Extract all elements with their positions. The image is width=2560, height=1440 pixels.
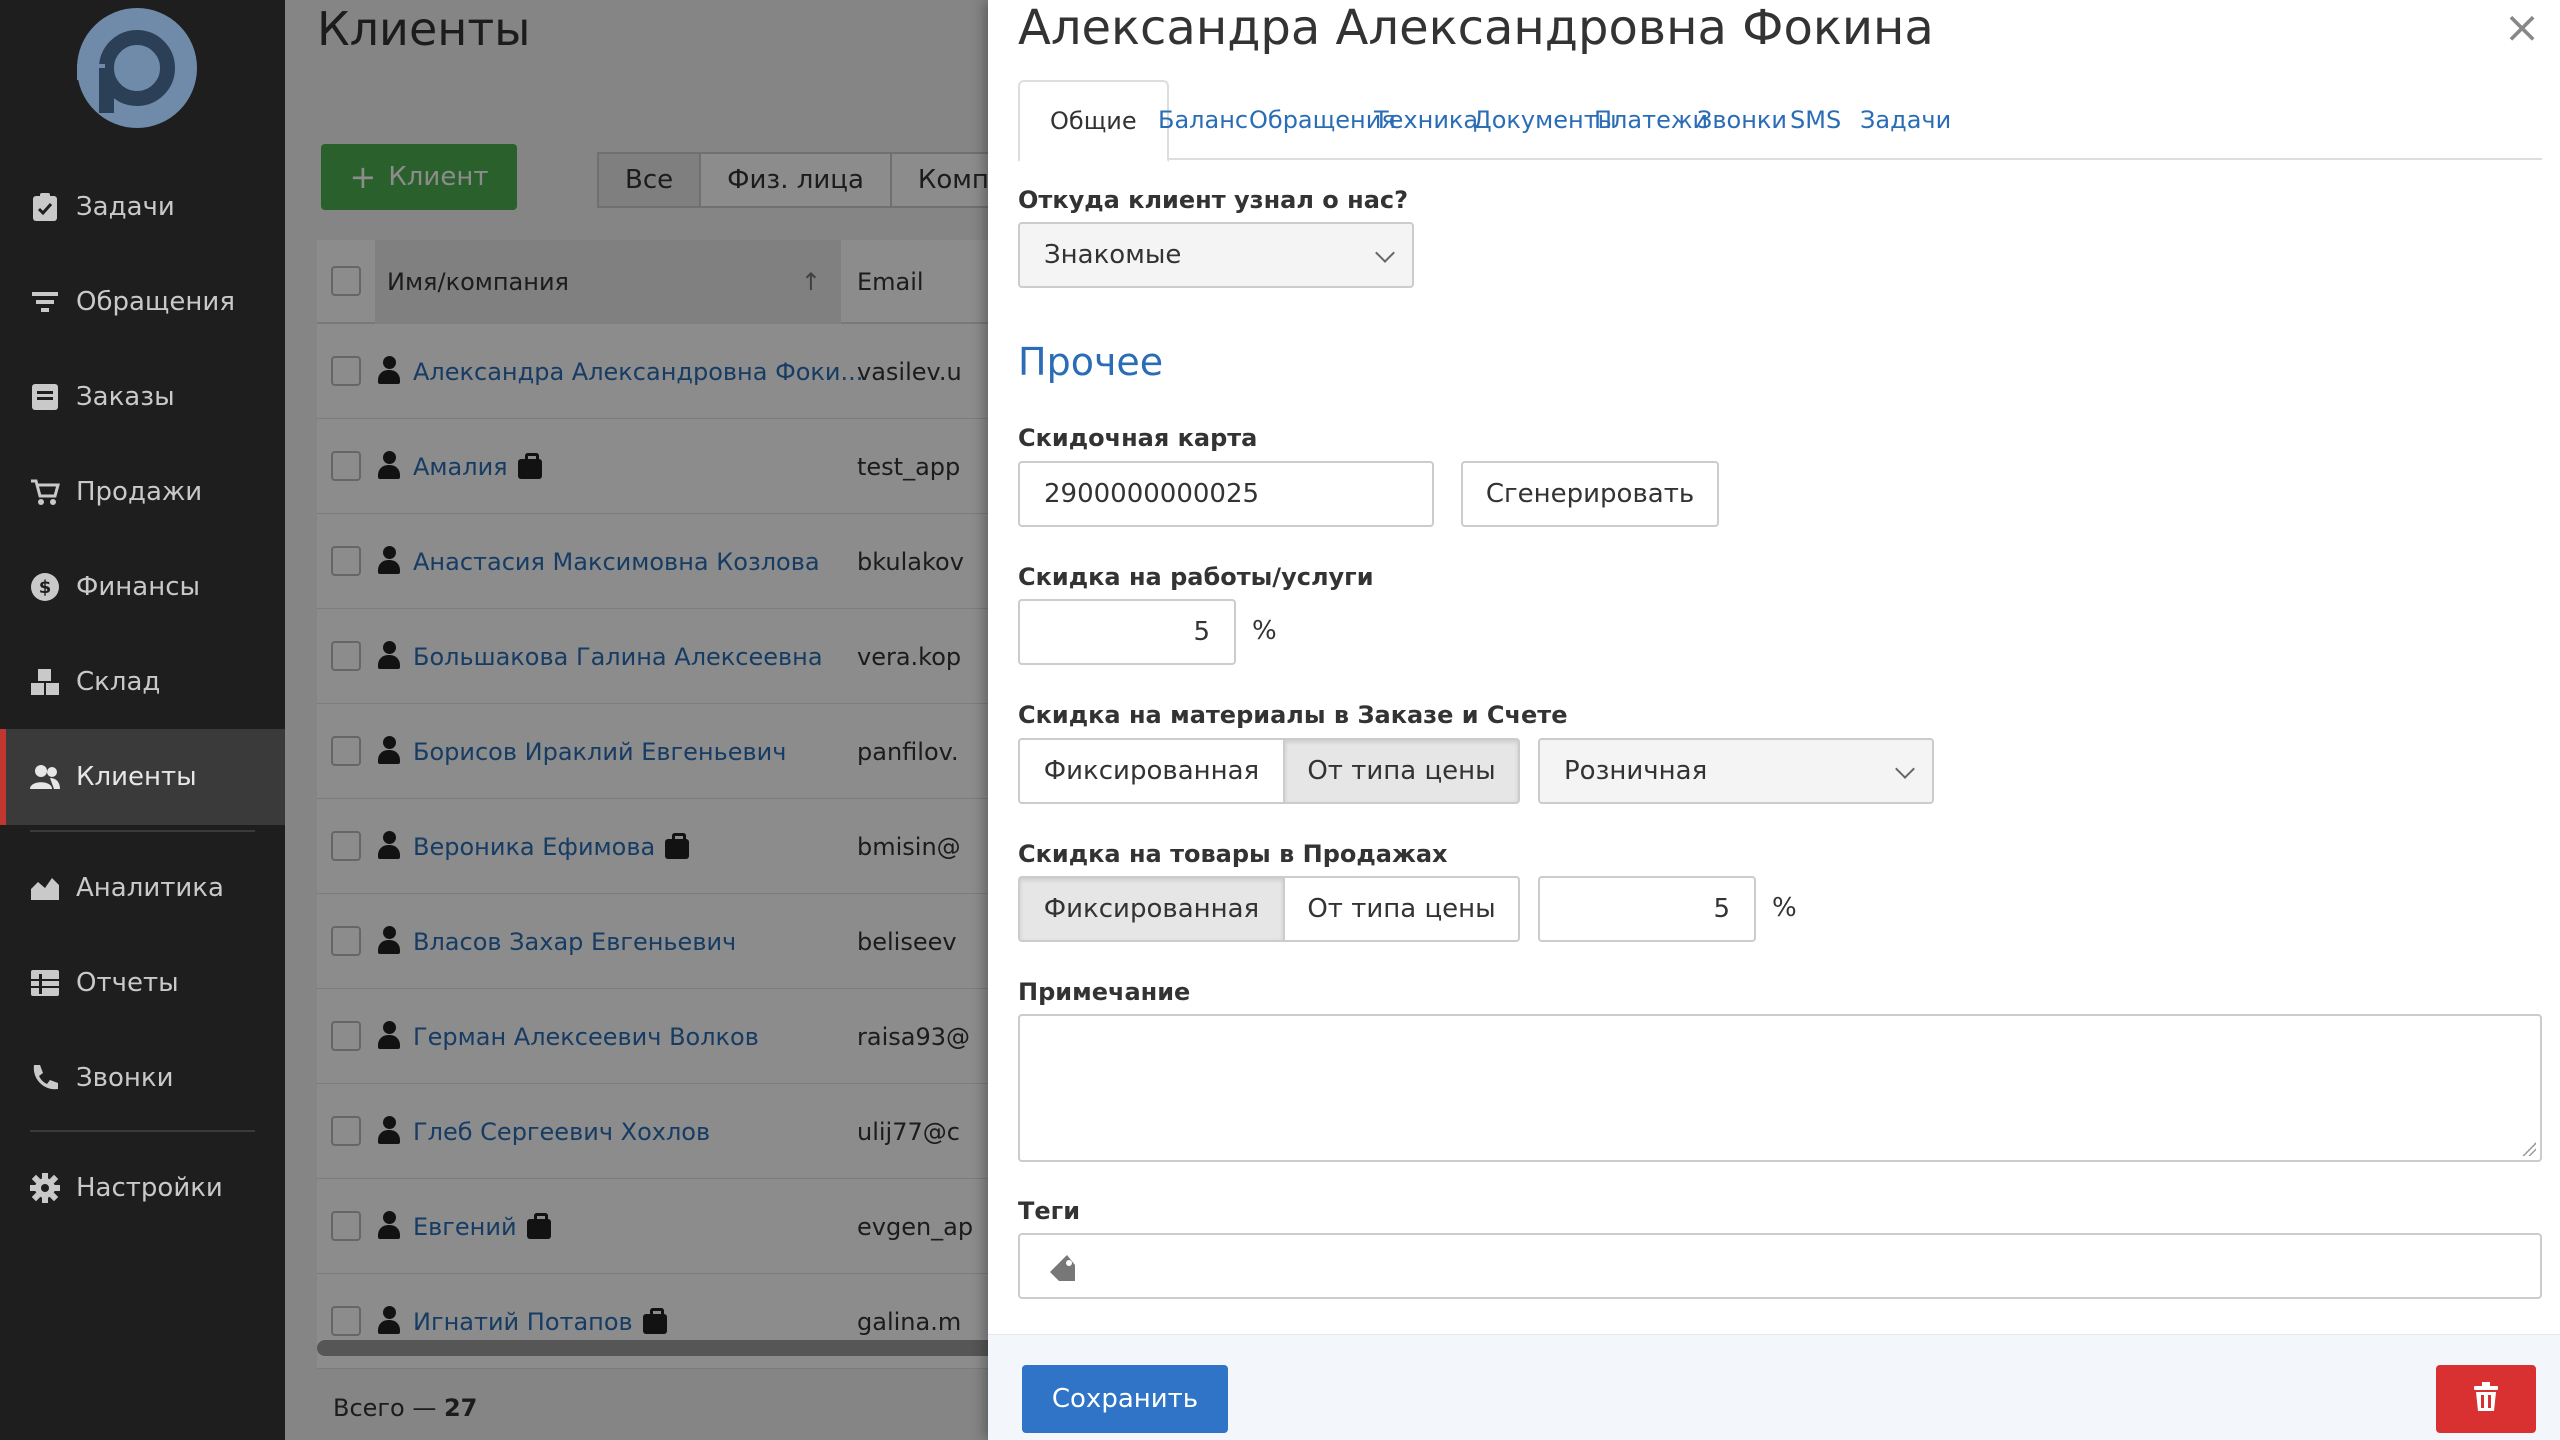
source-select-value: Знакомые xyxy=(1044,240,1182,270)
gear-icon xyxy=(30,1173,60,1203)
tags-input[interactable] xyxy=(1018,1233,2542,1299)
phone-icon xyxy=(30,1063,60,1093)
goods-discount-fixed[interactable]: Фиксированная xyxy=(1018,876,1285,942)
sidebar-item-label: Аналитика xyxy=(76,873,224,903)
area-chart-icon xyxy=(30,873,60,903)
users-icon xyxy=(30,762,60,792)
boxes-icon xyxy=(30,667,60,697)
goods-discount-label: Скидка на товары в Продажах xyxy=(1018,840,1448,868)
sidebar-item-label: Заказы xyxy=(76,382,175,412)
sidebar-item-tasks[interactable]: Задачи xyxy=(0,159,285,255)
tab-tasks[interactable]: Задачи xyxy=(1860,80,1951,160)
discount-card-label: Скидочная карта xyxy=(1018,424,1258,452)
sidebar-divider xyxy=(30,1130,255,1132)
generate-card-button[interactable]: Сгенерировать xyxy=(1461,461,1719,527)
chevron-down-icon xyxy=(1375,243,1395,263)
client-drawer: Александра Александровна Фокина × Общие … xyxy=(988,0,2560,1440)
sidebar-item-label: Финансы xyxy=(76,572,201,602)
sidebar-item-label: Обращения xyxy=(76,287,235,317)
price-type-select-value: Розничная xyxy=(1564,756,1708,786)
sidebar-item-settings[interactable]: Настройки xyxy=(0,1140,285,1236)
cart-icon xyxy=(30,477,60,507)
tab-equipment[interactable]: Техника xyxy=(1374,80,1478,160)
resize-handle-icon[interactable] xyxy=(2522,1142,2536,1156)
sidebar-item-orders[interactable]: Заказы xyxy=(0,349,285,445)
sidebar-item-label: Отчеты xyxy=(76,968,179,998)
discount-card-input[interactable]: 2900000000025 xyxy=(1018,461,1434,527)
list-box-icon xyxy=(30,382,60,412)
sidebar-item-label: Задачи xyxy=(76,192,175,222)
drawer-footer: Сохранить xyxy=(988,1334,2560,1440)
sidebar-item-reports[interactable]: Отчеты xyxy=(0,935,285,1031)
clipboard-check-icon xyxy=(30,192,60,222)
tab-calls[interactable]: Звонки xyxy=(1697,80,1787,160)
note-textarea[interactable] xyxy=(1018,1014,2542,1162)
sidebar-item-label: Склад xyxy=(76,667,161,697)
goods-discount-price-type[interactable]: От типа цены xyxy=(1283,876,1520,942)
sidebar-item-finance[interactable]: $ Финансы xyxy=(0,539,285,635)
sidebar-item-label: Клиенты xyxy=(76,762,197,792)
sidebar-item-sales[interactable]: Продажи xyxy=(0,444,285,540)
note-label: Примечание xyxy=(1018,978,1191,1006)
goods-discount-input[interactable]: 5 xyxy=(1538,876,1756,942)
svg-text:$: $ xyxy=(39,577,52,598)
drawer-title: Александра Александровна Фокина xyxy=(1018,0,1934,56)
service-discount-input[interactable]: 5 xyxy=(1018,599,1236,665)
goods-discount-unit: % xyxy=(1772,893,1797,923)
tab-general[interactable]: Общие xyxy=(1018,80,1169,162)
service-discount-unit: % xyxy=(1252,616,1277,646)
sidebar-item-appeals[interactable]: Обращения xyxy=(0,254,285,350)
close-icon[interactable]: × xyxy=(2500,6,2544,50)
material-discount-mode: Фиксированная От типа цены xyxy=(1018,738,1520,804)
material-discount-price-type[interactable]: От типа цены xyxy=(1283,738,1520,804)
goods-discount-mode: Фиксированная От типа цены xyxy=(1018,876,1520,942)
sidebar-item-warehouse[interactable]: Склад xyxy=(0,634,285,730)
logo-stem xyxy=(99,68,114,113)
filter-icon xyxy=(30,287,60,317)
trash-icon xyxy=(2473,1382,2499,1416)
chevron-down-icon xyxy=(1895,759,1915,779)
material-discount-fixed[interactable]: Фиксированная xyxy=(1018,738,1285,804)
sidebar-item-clients[interactable]: Клиенты xyxy=(0,729,285,825)
sidebar-item-analytics[interactable]: Аналитика xyxy=(0,840,285,936)
source-label: Откуда клиент узнал о нас? xyxy=(1018,186,1409,214)
tab-payments[interactable]: Платежи xyxy=(1594,80,1708,160)
app-logo[interactable] xyxy=(77,8,197,128)
delete-button[interactable] xyxy=(2436,1365,2536,1433)
save-button[interactable]: Сохранить xyxy=(1022,1365,1228,1433)
dollar-circle-icon: $ xyxy=(30,572,60,602)
tab-sms[interactable]: SMS xyxy=(1790,80,1841,160)
sidebar-item-calls[interactable]: Звонки xyxy=(0,1030,285,1126)
tab-balance[interactable]: Баланс xyxy=(1158,80,1248,160)
service-discount-label: Скидка на работы/услуги xyxy=(1018,563,1374,591)
tags-label: Теги xyxy=(1018,1197,1081,1225)
price-type-select[interactable]: Розничная xyxy=(1538,738,1934,804)
material-discount-label: Скидка на материалы в Заказе и Счете xyxy=(1018,701,1568,729)
sidebar-item-label: Звонки xyxy=(76,1063,174,1093)
sidebar-divider xyxy=(30,830,255,832)
tag-icon xyxy=(1048,1255,1078,1281)
sidebar: Задачи Обращения Заказы Продажи $ Финанс… xyxy=(0,0,285,1440)
section-heading-other: Прочее xyxy=(1018,340,1164,384)
table-list-icon xyxy=(30,968,60,998)
sidebar-item-label: Продажи xyxy=(76,477,203,507)
source-select[interactable]: Знакомые xyxy=(1018,222,1414,288)
client-tabs: Общие Баланс Обращения Техника Документы… xyxy=(1018,80,2542,162)
sidebar-item-label: Настройки xyxy=(76,1173,223,1203)
